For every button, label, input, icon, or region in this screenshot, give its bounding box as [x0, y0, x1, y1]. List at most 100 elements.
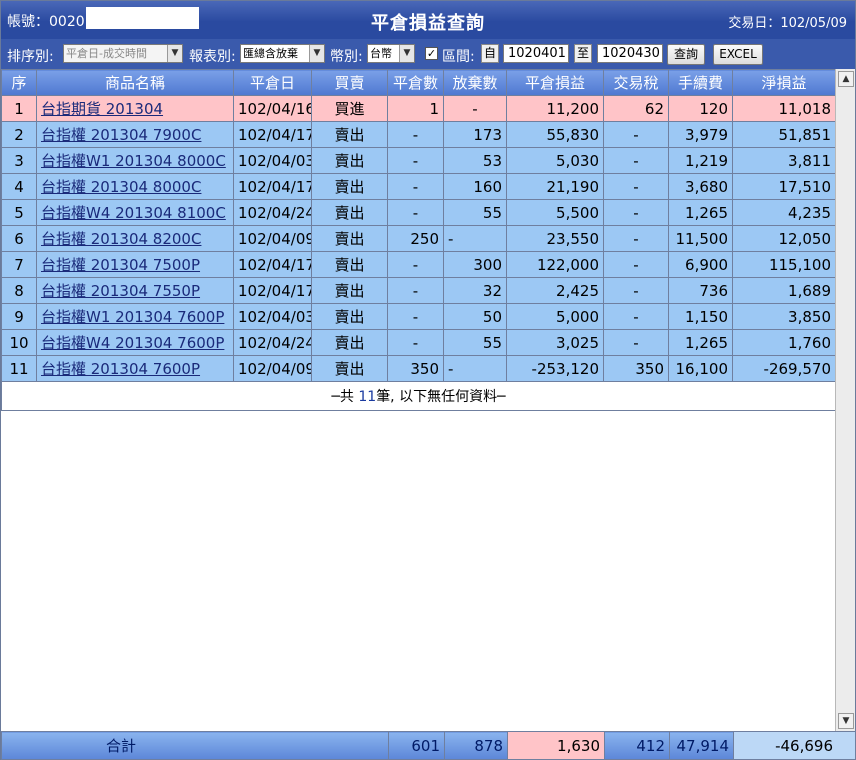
cell-abandon-qty: 32 — [443, 277, 507, 304]
currency-select-value: 台幣 — [370, 47, 392, 60]
range-checkbox[interactable]: ✓ — [425, 47, 438, 60]
product-link[interactable]: 台指權 201304 7900C — [36, 121, 234, 148]
product-link[interactable]: 台指權W4 201304 8100C — [36, 199, 234, 226]
table-row: 3 台指權W1 201304 8000C 102/04/03 賣出 - 53 5… — [1, 147, 835, 174]
table-row: 9 台指權W1 201304 7600P 102/04/03 賣出 - 50 5… — [1, 303, 835, 330]
sort-select-value: 平倉日-成交時間 — [66, 47, 147, 60]
cell-fee: 1,265 — [668, 199, 733, 226]
cell-abandon-qty: - — [443, 355, 507, 382]
results-table: 序 商品名稱 平倉日 買賣 平倉數 放棄數 平倉損益 交易稅 手續費 淨損益 1… — [1, 69, 835, 411]
total-close-qty: 601 — [388, 731, 445, 760]
cell-seq: 6 — [1, 225, 37, 252]
table-header-row: 序 商品名稱 平倉日 買賣 平倉數 放棄數 平倉損益 交易稅 手續費 淨損益 — [1, 69, 835, 96]
column-header-product: 商品名稱 — [36, 69, 234, 96]
cell-seq: 3 — [1, 147, 37, 174]
cell-close-pnl: 5,000 — [506, 303, 604, 330]
query-button[interactable]: 查詢 — [667, 44, 705, 65]
column-header-net-pnl: 淨損益 — [732, 69, 835, 96]
cell-fee: 1,150 — [668, 303, 733, 330]
column-header-close-date: 平倉日 — [233, 69, 312, 96]
currency-select[interactable]: 台幣 ▼ — [367, 44, 415, 63]
product-link[interactable]: 台指權W4 201304 7600P — [36, 329, 234, 356]
range-label: 區間: — [442, 49, 475, 65]
cell-side: 賣出 — [311, 173, 388, 200]
cell-close-pnl: 3,025 — [506, 329, 604, 356]
total-tax: 412 — [604, 731, 670, 760]
cell-net-pnl: 3,811 — [732, 147, 835, 174]
table-row: 5 台指權W4 201304 8100C 102/04/24 賣出 - 55 5… — [1, 199, 835, 226]
product-link[interactable]: 台指權 201304 7550P — [36, 277, 234, 304]
cell-net-pnl: 12,050 — [732, 225, 835, 252]
cell-close-qty: - — [387, 147, 444, 174]
cell-seq: 8 — [1, 277, 37, 304]
cell-side: 買進 — [311, 95, 388, 122]
excel-button[interactable]: EXCEL — [713, 44, 763, 65]
chevron-down-icon: ▼ — [399, 45, 414, 62]
cell-tax: - — [603, 329, 669, 356]
note-suffix: 筆, 以下無任何資料─ — [376, 389, 506, 405]
cell-close-qty: - — [387, 329, 444, 356]
cell-fee: 1,265 — [668, 329, 733, 356]
cell-seq: 7 — [1, 251, 37, 278]
cell-tax: - — [603, 173, 669, 200]
product-link[interactable]: 台指權W1 201304 7600P — [36, 303, 234, 330]
to-date-input[interactable]: 1020430 — [597, 44, 663, 63]
cell-seq: 9 — [1, 303, 37, 330]
cell-close-pnl: 21,190 — [506, 173, 604, 200]
cell-close-date: 102/04/16 — [233, 95, 312, 122]
app-window: 帳號：0020 平倉損益查詢 交易日：102/05/09 排序別: 平倉日-成交… — [0, 0, 856, 760]
cell-side: 賣出 — [311, 121, 388, 148]
product-link[interactable]: 台指權 201304 8000C — [36, 173, 234, 200]
cell-close-qty: 1 — [387, 95, 444, 122]
cell-abandon-qty: - — [443, 95, 507, 122]
cell-close-qty: - — [387, 251, 444, 278]
cell-close-qty: 350 — [387, 355, 444, 382]
cell-tax: - — [603, 277, 669, 304]
cell-close-qty: - — [387, 199, 444, 226]
cell-fee: 6,900 — [668, 251, 733, 278]
cell-seq: 5 — [1, 199, 37, 226]
cell-close-qty: - — [387, 173, 444, 200]
cell-fee: 11,500 — [668, 225, 733, 252]
product-link[interactable]: 台指權 201304 7600P — [36, 355, 234, 382]
table-row: 7 台指權 201304 7500P 102/04/17 賣出 - 300 12… — [1, 251, 835, 278]
cell-close-date: 102/04/24 — [233, 199, 312, 226]
table-row: 8 台指權 201304 7550P 102/04/17 賣出 - 32 2,4… — [1, 277, 835, 304]
note-count: 11 — [358, 389, 377, 405]
vertical-scrollbar[interactable]: ▲ ▼ — [835, 69, 855, 731]
cell-side: 賣出 — [311, 147, 388, 174]
cell-tax: - — [603, 303, 669, 330]
scroll-down-arrow-icon[interactable]: ▼ — [838, 713, 854, 729]
cell-close-date: 102/04/24 — [233, 329, 312, 356]
cell-seq: 4 — [1, 173, 37, 200]
report-select[interactable]: 匯總含放棄 ▼ — [240, 44, 325, 63]
cell-net-pnl: -269,570 — [732, 355, 835, 382]
cell-close-qty: - — [387, 303, 444, 330]
sort-select[interactable]: 平倉日-成交時間 ▼ — [63, 44, 183, 63]
cell-abandon-qty: - — [443, 225, 507, 252]
results-table-container: 序 商品名稱 平倉日 買賣 平倉數 放棄數 平倉損益 交易稅 手續費 淨損益 1… — [1, 69, 835, 731]
column-header-close-pnl: 平倉損益 — [506, 69, 604, 96]
cell-net-pnl: 17,510 — [732, 173, 835, 200]
product-link[interactable]: 台指權W1 201304 8000C — [36, 147, 234, 174]
cell-abandon-qty: 50 — [443, 303, 507, 330]
record-count-note: ─共 11筆, 以下無任何資料─ — [1, 381, 835, 411]
from-date-input[interactable]: 1020401 — [503, 44, 569, 63]
product-link[interactable]: 台指權 201304 7500P — [36, 251, 234, 278]
cell-close-date: 102/04/17 — [233, 121, 312, 148]
scroll-up-arrow-icon[interactable]: ▲ — [838, 71, 854, 87]
product-link[interactable]: 台指權 201304 8200C — [36, 225, 234, 252]
totals-row: 合計 601 878 1,630 412 47,914 -46,696 — [1, 731, 856, 760]
cell-tax: 350 — [603, 355, 669, 382]
cell-abandon-qty: 300 — [443, 251, 507, 278]
cell-tax: - — [603, 199, 669, 226]
cell-fee: 16,100 — [668, 355, 733, 382]
product-link[interactable]: 台指期貨 201304 — [36, 95, 234, 122]
cell-abandon-qty: 55 — [443, 199, 507, 226]
total-fee: 47,914 — [669, 731, 734, 760]
trade-date: 交易日：102/05/09 — [728, 16, 847, 31]
total-close-pnl: 1,630 — [507, 731, 605, 760]
cell-fee: 736 — [668, 277, 733, 304]
cell-close-pnl: -253,120 — [506, 355, 604, 382]
cell-tax: 62 — [603, 95, 669, 122]
